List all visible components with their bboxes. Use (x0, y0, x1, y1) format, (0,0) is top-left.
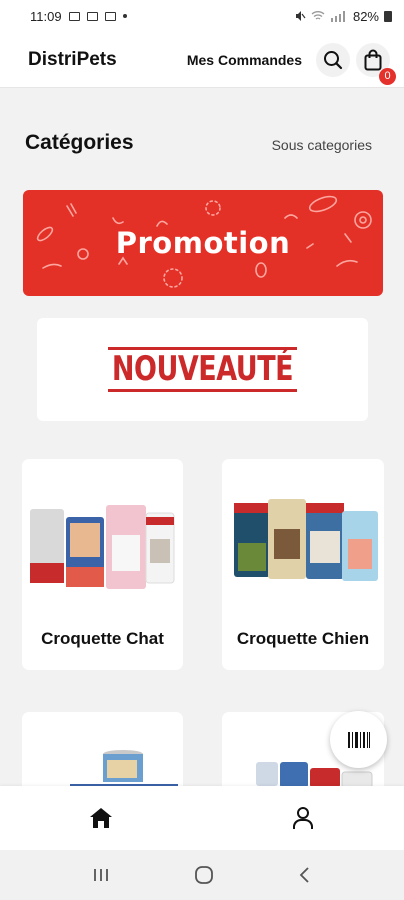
status-bar: 11:09 82% (0, 0, 404, 32)
barcode-icon (347, 731, 370, 748)
home-system-icon[interactable] (194, 865, 214, 885)
search-button[interactable] (316, 42, 350, 77)
barcode-scan-button[interactable] (330, 711, 387, 768)
categories-title: Catégories (25, 131, 134, 154)
status-time: 11:09 (30, 8, 62, 24)
system-navigation-bar (0, 850, 404, 900)
status-right: 82% (294, 9, 392, 24)
my-orders-link[interactable]: Mes Commandes (187, 52, 302, 68)
promotion-label: Promotion (115, 226, 291, 260)
back-icon[interactable] (298, 866, 312, 884)
user-icon (293, 807, 313, 829)
category-card-label: Croquette Chat (41, 629, 164, 648)
nav-profile[interactable] (202, 786, 404, 850)
signal-icon (330, 11, 345, 22)
app-header: DistriPets Mes Commandes 0 (0, 32, 404, 88)
category-card-dog-food[interactable]: Croquette Chien (222, 459, 384, 670)
cat-food-product-image (30, 505, 175, 589)
message-notification-icon (86, 11, 98, 21)
shopping-bag-icon (364, 49, 382, 70)
dog-food-product-image (234, 499, 378, 581)
battery-icon (384, 10, 392, 22)
promotion-banner[interactable]: Promotion (23, 190, 383, 296)
new-arrivals-banner[interactable]: NOUVEAUTÉ (37, 318, 368, 421)
bottom-navigation (0, 786, 404, 850)
new-arrivals-label: NOUVEAUTÉ (111, 350, 294, 389)
app-title: DistriPets (28, 48, 117, 70)
new-arrivals-stamp: NOUVEAUTÉ (107, 347, 298, 392)
recent-apps-icon[interactable] (92, 867, 110, 883)
cart-button[interactable]: 0 (356, 42, 396, 85)
mute-icon (295, 11, 306, 21)
subcategories-link[interactable]: Sous categories (272, 137, 372, 153)
mail-notification-icon (104, 11, 116, 21)
nav-home[interactable] (0, 786, 202, 850)
home-icon (90, 808, 112, 828)
category-card-label: Croquette Chien (236, 629, 370, 648)
battery-percent: 82% (352, 8, 379, 24)
more-notifications-icon (122, 14, 127, 18)
gallery-notification-icon (68, 11, 80, 21)
search-icon (324, 50, 343, 69)
cart-count-badge: 0 (379, 67, 396, 85)
wifi-icon (311, 11, 325, 20)
category-card-cat-food[interactable]: Croquette Chat (22, 459, 183, 670)
canned-food-product-image (70, 750, 178, 790)
status-left: 11:09 (30, 9, 127, 24)
